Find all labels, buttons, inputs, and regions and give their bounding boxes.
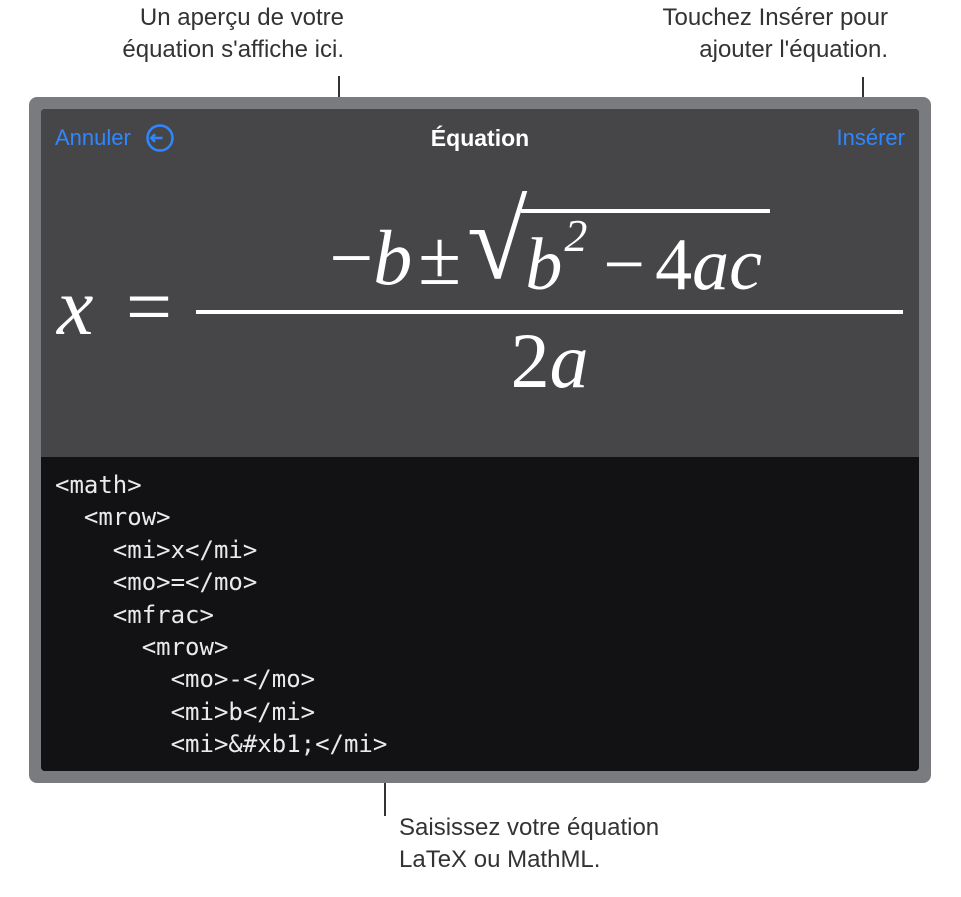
sym-b2-base: b	[525, 223, 562, 308]
dialog-toolbar: Annuler Équation Insérer	[41, 109, 919, 167]
callout-code-text: Saisissez votre équation LaTeX ou MathML…	[399, 812, 709, 877]
sym-x: x	[57, 261, 93, 352]
undo-icon[interactable]	[145, 123, 175, 153]
callout-insert-text: Touchez Insérer pour ajouter l'équation.	[608, 2, 888, 67]
equation-code-input[interactable]: <math> <mrow> <mi>x</mi> <mo>=</mo> <mfr…	[41, 457, 919, 771]
device-frame: Annuler Équation Insérer x = −	[29, 97, 931, 783]
cancel-button[interactable]: Annuler	[55, 125, 131, 151]
sym-c: c	[729, 223, 762, 308]
equation-preview: x = − b ± √ b 2 − 4	[41, 167, 919, 457]
sym-minus2: −	[603, 223, 645, 308]
sym-a: a	[692, 223, 729, 308]
insert-button[interactable]: Insérer	[837, 125, 905, 151]
sym-minus: −	[329, 213, 373, 303]
callout-preview-text: Un aperçu de votre équation s'affiche ic…	[84, 2, 344, 67]
radical-icon: √	[467, 203, 527, 280]
sym-den-two: 2	[511, 317, 550, 404]
sqrt-group: √ b 2 − 4 a c	[467, 209, 770, 308]
sym-b: b	[373, 213, 412, 303]
equation-dialog: Annuler Équation Insérer x = −	[41, 109, 919, 771]
sym-four: 4	[655, 223, 692, 308]
page-title: Équation	[431, 125, 529, 152]
sym-pm: ±	[418, 213, 461, 303]
sym-equals: =	[126, 261, 172, 352]
formula-render: x = − b ± √ b 2 − 4	[57, 207, 903, 408]
sym-den-a: a	[550, 317, 589, 404]
sym-b2-exp: 2	[564, 209, 587, 262]
